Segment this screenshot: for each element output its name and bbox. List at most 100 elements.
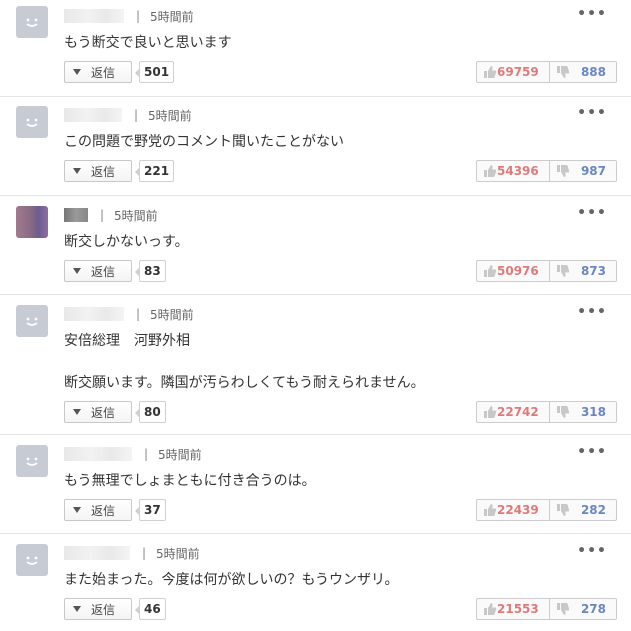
comment-list: | 5時間前 ••• もう断交で良いと思います 返信 501 69759 888 xyxy=(0,0,631,631)
reply-count: 46 xyxy=(135,598,166,620)
reply-button[interactable]: 返信 xyxy=(64,61,132,83)
caret-down-icon xyxy=(73,409,81,415)
timestamp: 5時間前 xyxy=(156,546,200,561)
reply-label: 返信 xyxy=(91,602,116,617)
thumbs-up-icon xyxy=(484,504,497,516)
like-button[interactable]: 50976 xyxy=(477,261,550,281)
dislike-count: 318 xyxy=(580,405,606,419)
reply-button[interactable]: 返信 xyxy=(64,598,132,620)
comment-meta: | 5時間前 xyxy=(64,545,200,561)
separator: | xyxy=(136,9,141,23)
like-button[interactable]: 54396 xyxy=(477,161,550,181)
comment-meta: | 5時間前 xyxy=(64,306,194,322)
timestamp: 5時間前 xyxy=(150,9,194,24)
like-count: 22742 xyxy=(497,405,539,419)
comment-meta: | 5時間前 xyxy=(64,8,194,24)
reply-button[interactable]: 返信 xyxy=(64,160,132,182)
reply-count: 83 xyxy=(135,260,166,282)
reply-button[interactable]: 返信 xyxy=(64,401,132,423)
reply-label: 返信 xyxy=(91,65,116,80)
reply-count: 221 xyxy=(134,160,175,182)
username-redacted[interactable] xyxy=(64,9,124,23)
comment-meta: | 5時間前 xyxy=(64,207,158,223)
reply-label: 返信 xyxy=(91,264,116,279)
comment-item: | 5時間前 ••• もう無理でしょまともに付き合うのは。 返信 37 2243… xyxy=(0,435,631,534)
dislike-button[interactable]: 873 xyxy=(550,261,616,281)
separator: | xyxy=(144,447,149,461)
default-avatar-smile-icon[interactable] xyxy=(16,544,48,576)
more-dots-icon[interactable]: ••• xyxy=(577,304,607,320)
dislike-count: 282 xyxy=(580,503,606,517)
dislike-button[interactable]: 888 xyxy=(550,62,616,82)
vote-box: 22439 282 xyxy=(476,499,617,521)
thumbs-down-icon xyxy=(556,66,569,78)
like-button[interactable]: 22742 xyxy=(477,402,550,422)
more-dots-icon[interactable]: ••• xyxy=(577,105,607,121)
thumbs-down-icon xyxy=(556,165,569,177)
like-count: 50976 xyxy=(497,264,539,278)
like-count: 69759 xyxy=(497,65,539,79)
default-avatar-smile-icon[interactable] xyxy=(16,6,48,38)
like-button[interactable]: 69759 xyxy=(477,62,550,82)
comment-item: | 5時間前 ••• この問題で野党のコメント聞いたことがない 返信 221 5… xyxy=(0,97,631,196)
timestamp: 5時間前 xyxy=(148,108,192,123)
thumbs-up-icon xyxy=(484,265,497,277)
user-avatar[interactable] xyxy=(16,206,48,238)
timestamp: 5時間前 xyxy=(150,307,194,322)
vote-box: 54396 987 xyxy=(476,160,617,182)
comment-meta: | 5時間前 xyxy=(64,107,192,123)
reply-count: 80 xyxy=(135,401,166,423)
separator: | xyxy=(134,108,139,122)
comment-text: この問題で野党のコメント聞いたことがない xyxy=(64,134,344,150)
dislike-button[interactable]: 282 xyxy=(550,500,616,520)
like-count: 21553 xyxy=(497,602,539,616)
caret-down-icon xyxy=(73,268,81,274)
reply-button[interactable]: 返信 xyxy=(64,260,132,282)
comment-item: | 5時間前 ••• 安倍総理 河野外相 断交願います。隣国が汚らわしくてもう耐… xyxy=(0,295,631,435)
dislike-button[interactable]: 987 xyxy=(550,161,616,181)
reply-button[interactable]: 返信 xyxy=(64,499,132,521)
username-redacted[interactable] xyxy=(64,447,132,461)
reply-count: 37 xyxy=(135,499,166,521)
comment-text: 断交しかないっす。 xyxy=(64,234,189,250)
more-dots-icon[interactable]: ••• xyxy=(577,6,607,22)
comment-text: また始まった。今度は何が欲しいの？もうウンザリ。 xyxy=(64,572,399,588)
comment-text: もう断交で良いと思います xyxy=(64,35,232,51)
default-avatar-smile-icon[interactable] xyxy=(16,305,48,337)
more-dots-icon[interactable]: ••• xyxy=(577,444,607,460)
dislike-button[interactable]: 318 xyxy=(550,402,616,422)
comment-meta: | 5時間前 xyxy=(64,446,202,462)
thumbs-up-icon xyxy=(484,406,497,418)
timestamp: 5時間前 xyxy=(158,447,202,462)
more-dots-icon[interactable]: ••• xyxy=(577,205,607,221)
comment-text: 安倍総理 河野外相 断交願います。隣国が汚らわしくてもう耐えられません。 xyxy=(64,333,425,391)
separator: | xyxy=(100,208,105,222)
dislike-count: 888 xyxy=(580,65,606,79)
reply-label: 返信 xyxy=(91,503,116,518)
vote-box: 21553 278 xyxy=(476,598,617,620)
like-button[interactable]: 21553 xyxy=(477,599,550,619)
dislike-button[interactable]: 278 xyxy=(550,599,616,619)
username-redacted[interactable] xyxy=(64,546,130,560)
vote-box: 22742 318 xyxy=(476,401,617,423)
thumbs-up-icon xyxy=(484,66,497,78)
default-avatar-smile-icon[interactable] xyxy=(16,106,48,138)
vote-box: 69759 888 xyxy=(476,61,617,83)
comment-text: もう無理でしょまともに付き合うのは。 xyxy=(64,473,316,489)
default-avatar-smile-icon[interactable] xyxy=(16,445,48,477)
dislike-count: 278 xyxy=(580,602,606,616)
username-redacted[interactable] xyxy=(64,108,122,122)
like-count: 54396 xyxy=(497,164,539,178)
username-redacted[interactable] xyxy=(64,307,124,321)
vote-box: 50976 873 xyxy=(476,260,617,282)
thumbs-up-icon xyxy=(484,165,497,177)
caret-down-icon xyxy=(73,606,81,612)
username-redacted[interactable] xyxy=(64,208,88,222)
reply-label: 返信 xyxy=(91,405,116,420)
caret-down-icon xyxy=(73,69,81,75)
separator: | xyxy=(136,307,141,321)
more-dots-icon[interactable]: ••• xyxy=(577,543,607,559)
thumbs-down-icon xyxy=(556,603,569,615)
caret-down-icon xyxy=(73,168,81,174)
like-button[interactable]: 22439 xyxy=(477,500,550,520)
